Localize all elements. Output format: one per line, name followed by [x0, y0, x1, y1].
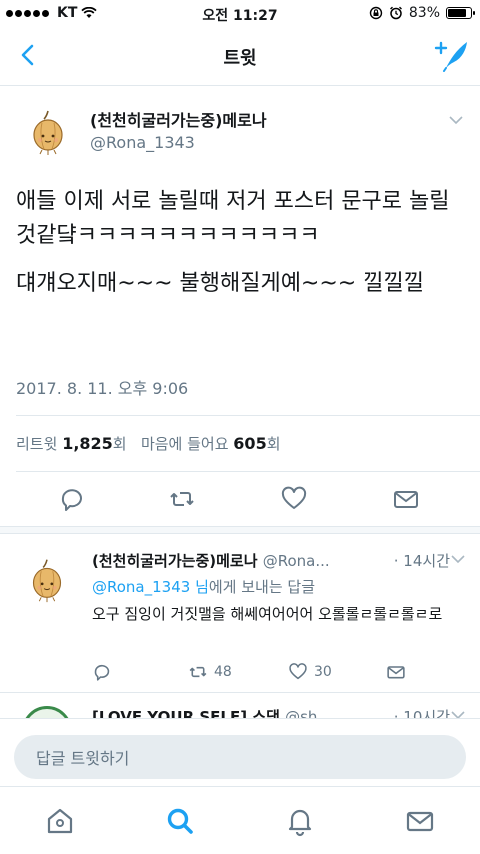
reply-author[interactable]: [LOVE YOUR SELF] 스댕 @sh... — [92, 706, 332, 718]
share-action[interactable] — [386, 662, 406, 682]
reply-context-text: 에게 보내는 답글 — [208, 578, 316, 596]
tweet-text: 애들 이제 서로 놀릴때 저거 포스터 문구로 놀릴것같댴ㅋㅋㅋㅋㅋㅋㅋㅋㅋㅋㅋ… — [16, 185, 466, 315]
reply-author-name: (천천히굴러가는중)메로나 — [92, 552, 258, 570]
chevron-down-icon[interactable] — [450, 710, 466, 718]
alarm-icon — [389, 6, 402, 20]
retweets-label: 리트윗 — [16, 435, 58, 453]
retweets-stat[interactable]: 리트윗 1,825회 — [16, 434, 131, 453]
reply-mention-link[interactable]: @Rona_1343 님 — [92, 578, 209, 596]
tweet-stats: 리트윗 1,825회 마음에 들어요 605회 — [16, 433, 281, 454]
reply-input[interactable]: 답글 트윗하기 — [14, 735, 466, 779]
share-icon[interactable] — [392, 485, 420, 513]
nav-bar: 트윗 — [0, 28, 480, 86]
battery-icon — [446, 7, 475, 19]
search-icon[interactable] — [164, 805, 196, 837]
author-handle[interactable]: @Rona_1343 — [90, 133, 195, 152]
reply-author[interactable]: (천천히굴러가는중)메로나 @Rona... — [92, 550, 330, 571]
retweets-count: 1,825 — [62, 434, 113, 453]
likes-unit: 회 — [266, 435, 281, 453]
likes-label: 마음에 들어요 — [140, 435, 229, 453]
onion-avatar-icon — [20, 103, 76, 159]
reply-icon — [94, 664, 110, 681]
divider — [16, 415, 480, 416]
chevron-down-icon[interactable] — [450, 554, 466, 564]
tweet-actions — [0, 485, 480, 515]
reply-text: 오구 짐잉이 거짓맬을 해쎄여어어어 오롤롤ㄹ롤ㄹ롤ㄹ로 — [92, 605, 443, 623]
reply-time: · 10시간 — [393, 708, 450, 718]
tab-bar — [0, 786, 480, 854]
reply-composer: 답글 트윗하기 — [0, 718, 480, 786]
share-icon — [387, 666, 405, 679]
reply-context: @Rona_1343 님에게 보내는 답글 — [92, 576, 315, 597]
chevron-down-icon[interactable] — [448, 115, 464, 125]
retweet-count: 48 — [214, 664, 232, 680]
notifications-icon[interactable] — [284, 805, 316, 837]
reply-author-handle: @Rona... — [262, 552, 330, 570]
tweet-timestamp: 2017. 8. 11. 오후 9:06 — [16, 379, 189, 398]
battery-percent: 83% — [408, 5, 440, 21]
onion-avatar-icon — [20, 552, 74, 606]
retweet-icon[interactable] — [168, 485, 196, 513]
retweets-unit: 회 — [112, 435, 127, 453]
reply-icon[interactable] — [58, 485, 86, 513]
avatar[interactable] — [20, 552, 74, 606]
avatar[interactable] — [20, 103, 76, 159]
author-name[interactable]: (천천히굴러가는중)메로나 — [90, 107, 267, 131]
avatar[interactable] — [22, 706, 72, 718]
tweet-text-paragraph: 댸걔오지매~~~ 불행해질게예~~~ 낄낄낄 — [16, 271, 424, 296]
divider — [16, 471, 480, 472]
reply-author-handle: @sh... — [285, 708, 332, 718]
compose-tweet-icon[interactable] — [434, 38, 470, 72]
reply-actions: 48 30 — [92, 662, 462, 684]
like-count: 30 — [314, 664, 332, 680]
like-icon — [289, 663, 307, 680]
likes-stat[interactable]: 마음에 들어요 605회 — [140, 434, 281, 453]
messages-icon[interactable] — [404, 805, 436, 837]
reply-tweet[interactable]: [LOVE YOUR SELF] 스댕 @sh... · 10시간 — [0, 694, 480, 718]
status-bar: KT 오전 11:27 83% — [0, 0, 480, 28]
battery-level — [448, 9, 467, 17]
home-icon[interactable] — [44, 805, 76, 837]
reply-author-name: [LOVE YOUR SELF] 스댕 — [92, 708, 280, 718]
section-separator — [0, 526, 480, 534]
page-title: 트윗 — [223, 48, 257, 69]
reply-action[interactable] — [92, 662, 112, 682]
retweet-icon — [189, 666, 207, 678]
likes-count: 605 — [233, 434, 267, 453]
like-icon[interactable] — [280, 485, 308, 513]
status-right: 83% — [369, 5, 475, 21]
reply-time: · 14시간 — [393, 552, 450, 570]
like-action[interactable]: 30 — [288, 662, 332, 682]
rotation-lock-icon — [369, 6, 383, 20]
retweet-action[interactable]: 48 — [188, 662, 232, 682]
divider — [0, 692, 480, 693]
tweet-text-paragraph: 애들 이제 서로 놀릴때 저거 포스터 문구로 놀릴것같댴ㅋㅋㅋㅋㅋㅋㅋㅋㅋㅋㅋ… — [16, 189, 450, 248]
